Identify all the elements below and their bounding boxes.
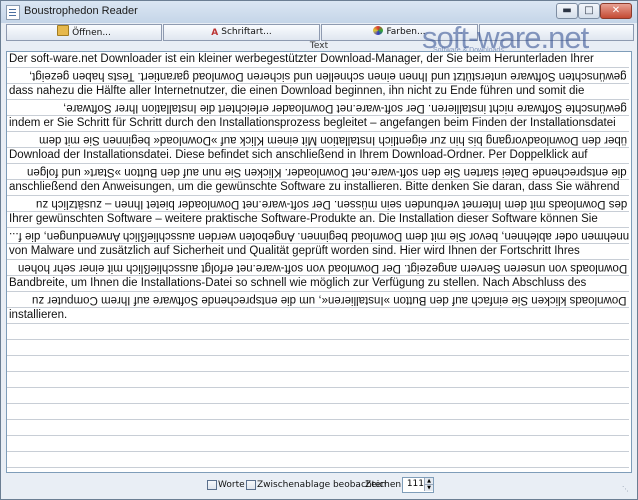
text-line-content: Der soft-ware.net Downloader ist ein kle… <box>9 53 594 65</box>
text-line-content: anschließend den Anweisungen, um die gew… <box>9 181 620 193</box>
text-line: die entsprechende Datei starten Sie den … <box>7 164 629 180</box>
chars-spinner[interactable]: ▲ ▼ <box>402 477 434 493</box>
text-line: Bandbreite, um Ihnen die Installations-D… <box>7 276 629 292</box>
text-line: Download der Installationsdatei. Diese b… <box>7 148 629 164</box>
empty-text-line <box>7 372 629 388</box>
text-line-content: Downloads von unseren Servern angezeigt.… <box>17 262 627 274</box>
app-document-icon <box>6 5 20 20</box>
window-title: Boustrophedon Reader <box>24 5 138 17</box>
palette-icon <box>373 26 384 35</box>
text-line-content: über den Downloadvorgang bis hin zur eig… <box>38 134 627 146</box>
text-line-content: die entsprechende Datei starten Sie den … <box>27 166 627 178</box>
text-line-content: Ihrer gewünschten Software – weitere pra… <box>9 213 598 225</box>
font-icon: A <box>211 28 219 38</box>
empty-text-line <box>7 452 629 468</box>
text-section-label: Text <box>309 41 329 51</box>
text-line-content: Downloads klicken Sie einfach auf den Bu… <box>32 294 627 306</box>
empty-text-line <box>7 324 629 340</box>
text-line-content: Bandbreite, um Ihnen die Installations-D… <box>9 277 587 289</box>
chars-input[interactable] <box>403 478 425 490</box>
clipboard-checkbox[interactable] <box>246 480 256 490</box>
colors-button-label: Farben... <box>386 27 426 37</box>
empty-text-line <box>7 388 629 404</box>
resize-grip-icon[interactable]: ⋱ <box>622 485 630 493</box>
text-line: gewünschte Software nicht installieren. … <box>7 100 629 116</box>
close-button[interactable]: ✕ <box>600 3 632 19</box>
folder-icon <box>57 25 70 36</box>
text-line-content: Download der Installationsdatei. Diese b… <box>9 149 588 161</box>
spin-up-arrow-icon[interactable]: ▲ <box>424 478 433 485</box>
text-line-content: annehmen oder ablehnen, bevor Sie mit de… <box>9 230 629 242</box>
text-line: von Malware und zusätzlich auf Sicherhei… <box>7 244 629 260</box>
text-line-content: dass nahezu die Hälfte aller Internetnut… <box>9 85 585 97</box>
empty-text-line <box>7 436 629 452</box>
words-checkbox[interactable] <box>207 480 217 490</box>
text-line: annehmen oder ablehnen, bevor Sie mit de… <box>7 228 629 244</box>
text-line: anschließend den Anweisungen, um die gew… <box>7 180 629 196</box>
minimize-button[interactable]: ▬ <box>556 3 578 19</box>
text-line: Downloads klicken Sie einfach auf den Bu… <box>7 292 629 308</box>
maximize-button[interactable]: □ <box>578 3 600 19</box>
text-line-content: indem er Sie Schritt für Schritt durch d… <box>9 117 616 129</box>
text-line-content: installieren. <box>9 309 68 321</box>
text-line-content: von Malware und zusätzlich auf Sicherhei… <box>9 245 580 257</box>
text-line: dass nahezu die Hälfte aller Internetnut… <box>7 84 629 100</box>
words-label: Worte <box>218 480 245 490</box>
text-display-area[interactable]: Der soft-ware.net Downloader ist ein kle… <box>6 51 632 473</box>
open-button[interactable]: Öffnen... <box>6 24 162 41</box>
empty-text-line <box>7 420 629 436</box>
text-line-content: gewünschte Software nicht installieren. … <box>63 102 627 114</box>
chars-label: Zeichen: <box>365 480 405 490</box>
text-line: des Downloads mit dem Internet verbunden… <box>7 196 629 212</box>
status-bar: Worte Zwischenablage beobachten Zeichen:… <box>6 475 632 495</box>
text-line: Downloads von unseren Servern angezeigt.… <box>7 260 629 276</box>
empty-text-line <box>7 356 629 372</box>
text-line: gewünschten Software unterstützt und Ihn… <box>7 68 629 84</box>
text-line: über den Downloadvorgang bis hin zur eig… <box>7 132 629 148</box>
app-window: Boustrophedon Reader ▬ □ ✕ Öffnen... A Sc… <box>0 0 638 500</box>
spin-down-arrow-icon[interactable]: ▼ <box>424 485 433 491</box>
text-line: Ihrer gewünschten Software – weitere pra… <box>7 212 629 228</box>
text-line: Der soft-ware.net Downloader ist ein kle… <box>7 52 629 68</box>
open-button-label: Öffnen... <box>72 28 111 38</box>
font-button[interactable]: A Schriftart... <box>163 24 320 41</box>
font-button-label: Schriftart... <box>221 27 272 37</box>
empty-text-line <box>7 340 629 356</box>
text-line-content: des Downloads mit dem Internet verbunden… <box>35 198 627 210</box>
empty-text-line <box>7 404 629 420</box>
text-line-content: gewünschten Software unterstützt und Ihn… <box>29 70 627 82</box>
text-line: installieren. <box>7 308 629 324</box>
text-line: indem er Sie Schritt für Schritt durch d… <box>7 116 629 132</box>
